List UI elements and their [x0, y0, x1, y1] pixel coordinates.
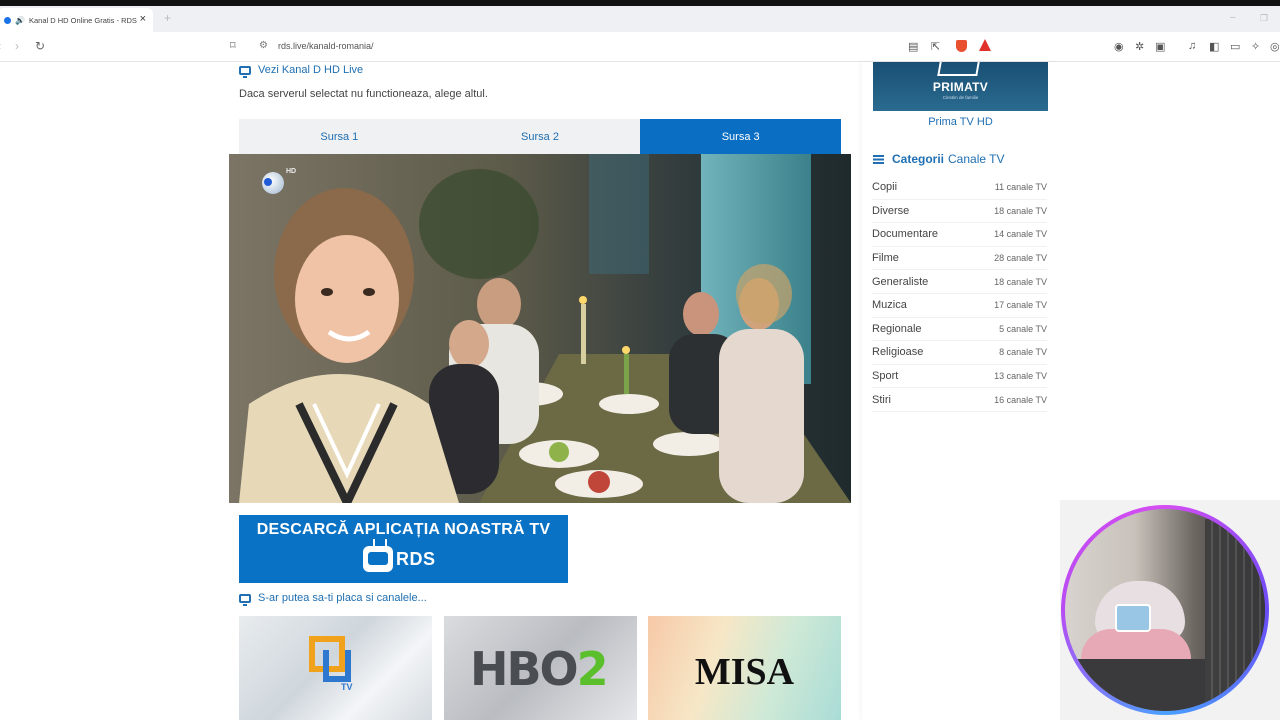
site-settings-icon[interactable]: ⚙ — [259, 40, 268, 51]
address-bar[interactable]: rds.live/kanald-romania/ — [278, 41, 374, 51]
list-icon — [873, 154, 884, 164]
category-count: 5 canale TV — [999, 323, 1047, 334]
category-item[interactable]: Copii 11 canale TV — [872, 176, 1047, 200]
source-tabs: Sursa 1 Sursa 2 Sursa 3 — [239, 119, 842, 154]
app-banner-title: DESCARCĂ APLICAȚIA NOASTRĂ TV — [256, 521, 551, 538]
category-name: Sport — [872, 370, 899, 383]
wallet-icon[interactable]: ▭ — [1230, 40, 1240, 53]
puzzle-extension-icon[interactable]: ✲ — [1135, 40, 1144, 53]
bookmark-icon[interactable]: ⌑ — [230, 39, 236, 52]
category-count: 14 canale TV — [994, 229, 1047, 240]
misa-logo: MISA — [694, 651, 795, 693]
channel-card-hbo-2[interactable]: HBO2 — [444, 616, 637, 720]
tv-icon — [239, 593, 251, 606]
music-icon[interactable]: ♫ — [1188, 40, 1196, 52]
kanal-d-logo-icon — [262, 172, 284, 194]
category-item[interactable]: Stiri 16 canale TV — [872, 388, 1047, 412]
live-heading-text: Vezi Kanal D HD Live — [258, 64, 364, 76]
category-name: Copii — [872, 181, 898, 194]
browser-tab-active[interactable]: 🔊 Kanal D HD Online Gratis - RDS × — [0, 8, 153, 32]
hd-badge: HD — [286, 168, 297, 175]
category-item[interactable]: Documentare 14 canale TV — [872, 223, 1047, 247]
category-item[interactable]: Diverse 18 canale TV — [872, 200, 1047, 224]
rds-tv-icon — [363, 546, 393, 572]
reload-icon[interactable]: ↻ — [35, 39, 45, 53]
category-item[interactable]: Filme 28 canale TV — [872, 247, 1047, 271]
prima-tv-link[interactable]: Prima TV HD — [873, 116, 1048, 128]
main-column: Vezi Kanal D HD Live Daca serverul selec… — [229, 62, 851, 720]
category-item[interactable]: Generaliste 18 canale TV — [872, 270, 1047, 294]
window-minimize-button[interactable]: – — [1230, 12, 1236, 23]
category-count: 18 canale TV — [994, 276, 1047, 287]
prima-tv-logo-icon — [937, 62, 981, 76]
channel-card-qu-tv[interactable]: TV — [239, 616, 432, 720]
ai-assistant-icon[interactable]: ✧ — [1251, 40, 1260, 53]
sidebar-toggle-icon[interactable]: ◧ — [1209, 40, 1219, 53]
reader-mode-icon[interactable]: ▤ — [908, 40, 918, 53]
screenshot-icon[interactable]: ▣ — [1155, 40, 1165, 53]
category-name: Regionale — [872, 322, 922, 335]
suggest-heading: S-ar putea sa-ti placa si canalele... — [239, 592, 427, 606]
category-item[interactable]: Sport 13 canale TV — [872, 365, 1047, 389]
category-item[interactable]: Religioase 8 canale TV — [872, 341, 1047, 365]
categories-heading: Categorii Canale TV — [873, 152, 1005, 166]
forward-arrow-icon[interactable]: › — [15, 39, 19, 53]
category-name: Stiri — [872, 393, 891, 406]
site-favicon-icon — [4, 16, 11, 24]
category-name: Muzica — [872, 299, 907, 312]
category-count: 18 canale TV — [994, 205, 1047, 216]
category-item[interactable]: Muzica 17 canale TV — [872, 294, 1047, 318]
category-name: Documentare — [872, 228, 939, 241]
brave-shields-icon[interactable] — [956, 40, 967, 52]
new-tab-button[interactable]: + — [164, 11, 171, 25]
share-icon[interactable]: ⇱ — [931, 40, 940, 53]
prima-tv-banner-text: PRIMATV — [932, 80, 989, 94]
category-name: Religioase — [872, 346, 924, 359]
tab-sursa-2[interactable]: Sursa 2 — [440, 119, 641, 154]
hbo-2-logo: HBO2 — [470, 642, 609, 696]
server-notice: Daca serverul selectat nu functioneaza, … — [239, 88, 488, 100]
extension-icon[interactable]: ◉ — [1114, 40, 1124, 53]
category-count: 11 canale TV — [994, 182, 1047, 193]
prima-tv-banner-sub: Cinstim de familie — [942, 95, 979, 100]
category-name: Generaliste — [872, 275, 929, 288]
rds-logo: RDS — [363, 546, 436, 572]
tab-sursa-1[interactable]: Sursa 1 — [239, 119, 440, 154]
category-count: 8 canale TV — [999, 347, 1047, 358]
category-count: 13 canale TV — [994, 371, 1047, 382]
tab-title: Kanal D HD Online Gratis - RDS — [28, 15, 137, 25]
navigation-bar: ‹ › ↻ ⌑ ⚙ rds.live/kanald-romania/ ▤ ⇱ ◉… — [0, 32, 1280, 62]
categories-heading-text: Categorii — [892, 152, 945, 166]
back-arrow-icon[interactable]: ‹ — [0, 39, 1, 53]
video-player[interactable]: HD — [229, 154, 851, 503]
suggest-heading-text: S-ar putea sa-ti placa si canalele... — [258, 592, 427, 604]
download-app-banner[interactable]: DESCARCĂ APLICAȚIA NOASTRĂ TV RDS — [239, 515, 568, 583]
category-name: Filme — [872, 252, 899, 265]
profile-icon[interactable]: ◎ — [1270, 40, 1280, 53]
channel-card-misa[interactable]: MISA — [648, 616, 841, 720]
webcam-overlay — [1061, 505, 1269, 715]
tab-bar: 🔊 Kanal D HD Online Gratis - RDS × + – ❐ — [0, 6, 1280, 32]
speaker-icon[interactable]: 🔊 — [15, 16, 25, 25]
video-frame — [229, 154, 851, 503]
tab-sursa-3[interactable]: Sursa 3 — [640, 119, 842, 154]
category-item[interactable]: Regionale 5 canale TV — [872, 318, 1047, 342]
category-name: Diverse — [872, 204, 910, 217]
webcam-feed — [1065, 509, 1265, 711]
suggested-channels: TV HBO2 MISA — [239, 616, 841, 720]
category-count: 28 canale TV — [994, 253, 1047, 264]
window-maximize-button[interactable]: ❐ — [1260, 13, 1268, 24]
prima-tv-banner[interactable]: PRIMATV Cinstim de familie — [873, 62, 1048, 111]
category-count: 16 canale TV — [994, 394, 1047, 405]
tab-close-icon[interactable]: × — [140, 13, 146, 25]
sidebar: PRIMATV Cinstim de familie Prima TV HD C… — [862, 62, 1060, 720]
tv-icon — [239, 65, 251, 78]
brave-rewards-icon[interactable] — [979, 39, 991, 51]
category-list: Copii 11 canale TV Diverse 18 canale TV Do… — [872, 176, 1047, 412]
live-heading: Vezi Kanal D HD Live — [239, 64, 364, 78]
rds-logo-text: RDS — [396, 548, 436, 569]
categories-heading-suffix: Canale TV — [948, 152, 1005, 166]
category-count: 17 canale TV — [994, 300, 1047, 311]
